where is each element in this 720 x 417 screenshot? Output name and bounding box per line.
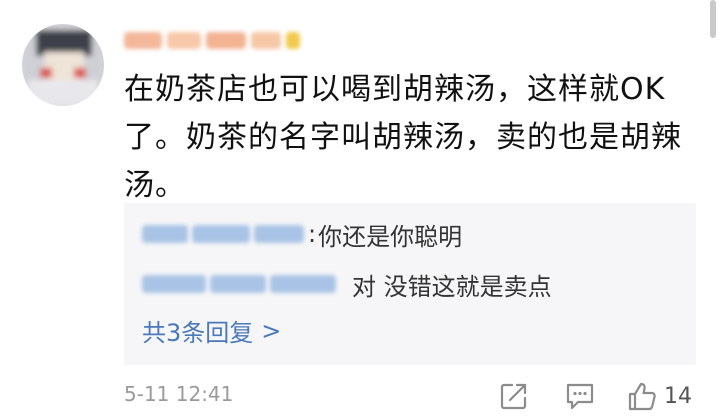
comment-icon bbox=[566, 383, 594, 410]
blurred-name-segment bbox=[192, 225, 250, 243]
blurred-name-segment bbox=[251, 31, 281, 49]
blurred-name-segment bbox=[124, 31, 162, 49]
reply-text: 对 没错这就是卖点 bbox=[352, 272, 552, 301]
comment-card: 在奶茶店也可以喝到胡辣汤，这样就OK了。奶茶的名字叫胡辣汤，卖的也是胡辣汤。 :… bbox=[0, 0, 720, 417]
blurred-name-segment bbox=[210, 275, 266, 293]
share-icon bbox=[500, 383, 527, 410]
blurred-badge bbox=[286, 31, 300, 49]
blurred-name-segment bbox=[167, 31, 201, 49]
reply-author-blurred[interactable] bbox=[142, 275, 336, 293]
more-replies-label: 共3条回复 bbox=[142, 319, 254, 347]
blurred-name-segment bbox=[142, 275, 206, 293]
comment-footer: 5-11 12:41 14 bbox=[124, 380, 700, 412]
share-button[interactable] bbox=[499, 380, 529, 412]
timestamp: 5-11 12:41 bbox=[124, 382, 234, 406]
more-replies-link[interactable]: 共3条回复 > bbox=[142, 313, 281, 348]
blurred-name-segment bbox=[270, 275, 336, 293]
reply-text: 你还是你聪明 bbox=[318, 222, 463, 251]
blurred-name-segment bbox=[206, 31, 246, 49]
like-button[interactable]: 14 bbox=[626, 380, 692, 412]
chevron-right-icon: > bbox=[261, 316, 282, 345]
blurred-name-segment bbox=[142, 225, 188, 243]
reply-item[interactable]: : 你还是你聪明 bbox=[142, 217, 462, 251]
reply-author-blurred[interactable] bbox=[142, 225, 304, 243]
reply-item[interactable]: 对 没错这就是卖点 bbox=[142, 267, 552, 301]
avatar[interactable] bbox=[22, 24, 104, 106]
username-blurred[interactable] bbox=[124, 26, 302, 54]
reply-separator: : bbox=[308, 220, 317, 248]
comment-button[interactable] bbox=[564, 380, 596, 412]
thumbs-up-icon bbox=[628, 382, 656, 411]
blurred-avatar-image bbox=[22, 24, 104, 106]
comment-text: 在奶茶店也可以喝到胡辣汤，这样就OK了。奶茶的名字叫胡辣汤，卖的也是胡辣汤。 bbox=[124, 72, 682, 203]
blurred-name-segment bbox=[254, 225, 304, 243]
scrollbar[interactable] bbox=[710, 0, 716, 38]
replies-panel: : 你还是你聪明 对 没错这就是卖点 共3条回复 > bbox=[124, 203, 696, 365]
like-count: 14 bbox=[664, 383, 692, 409]
